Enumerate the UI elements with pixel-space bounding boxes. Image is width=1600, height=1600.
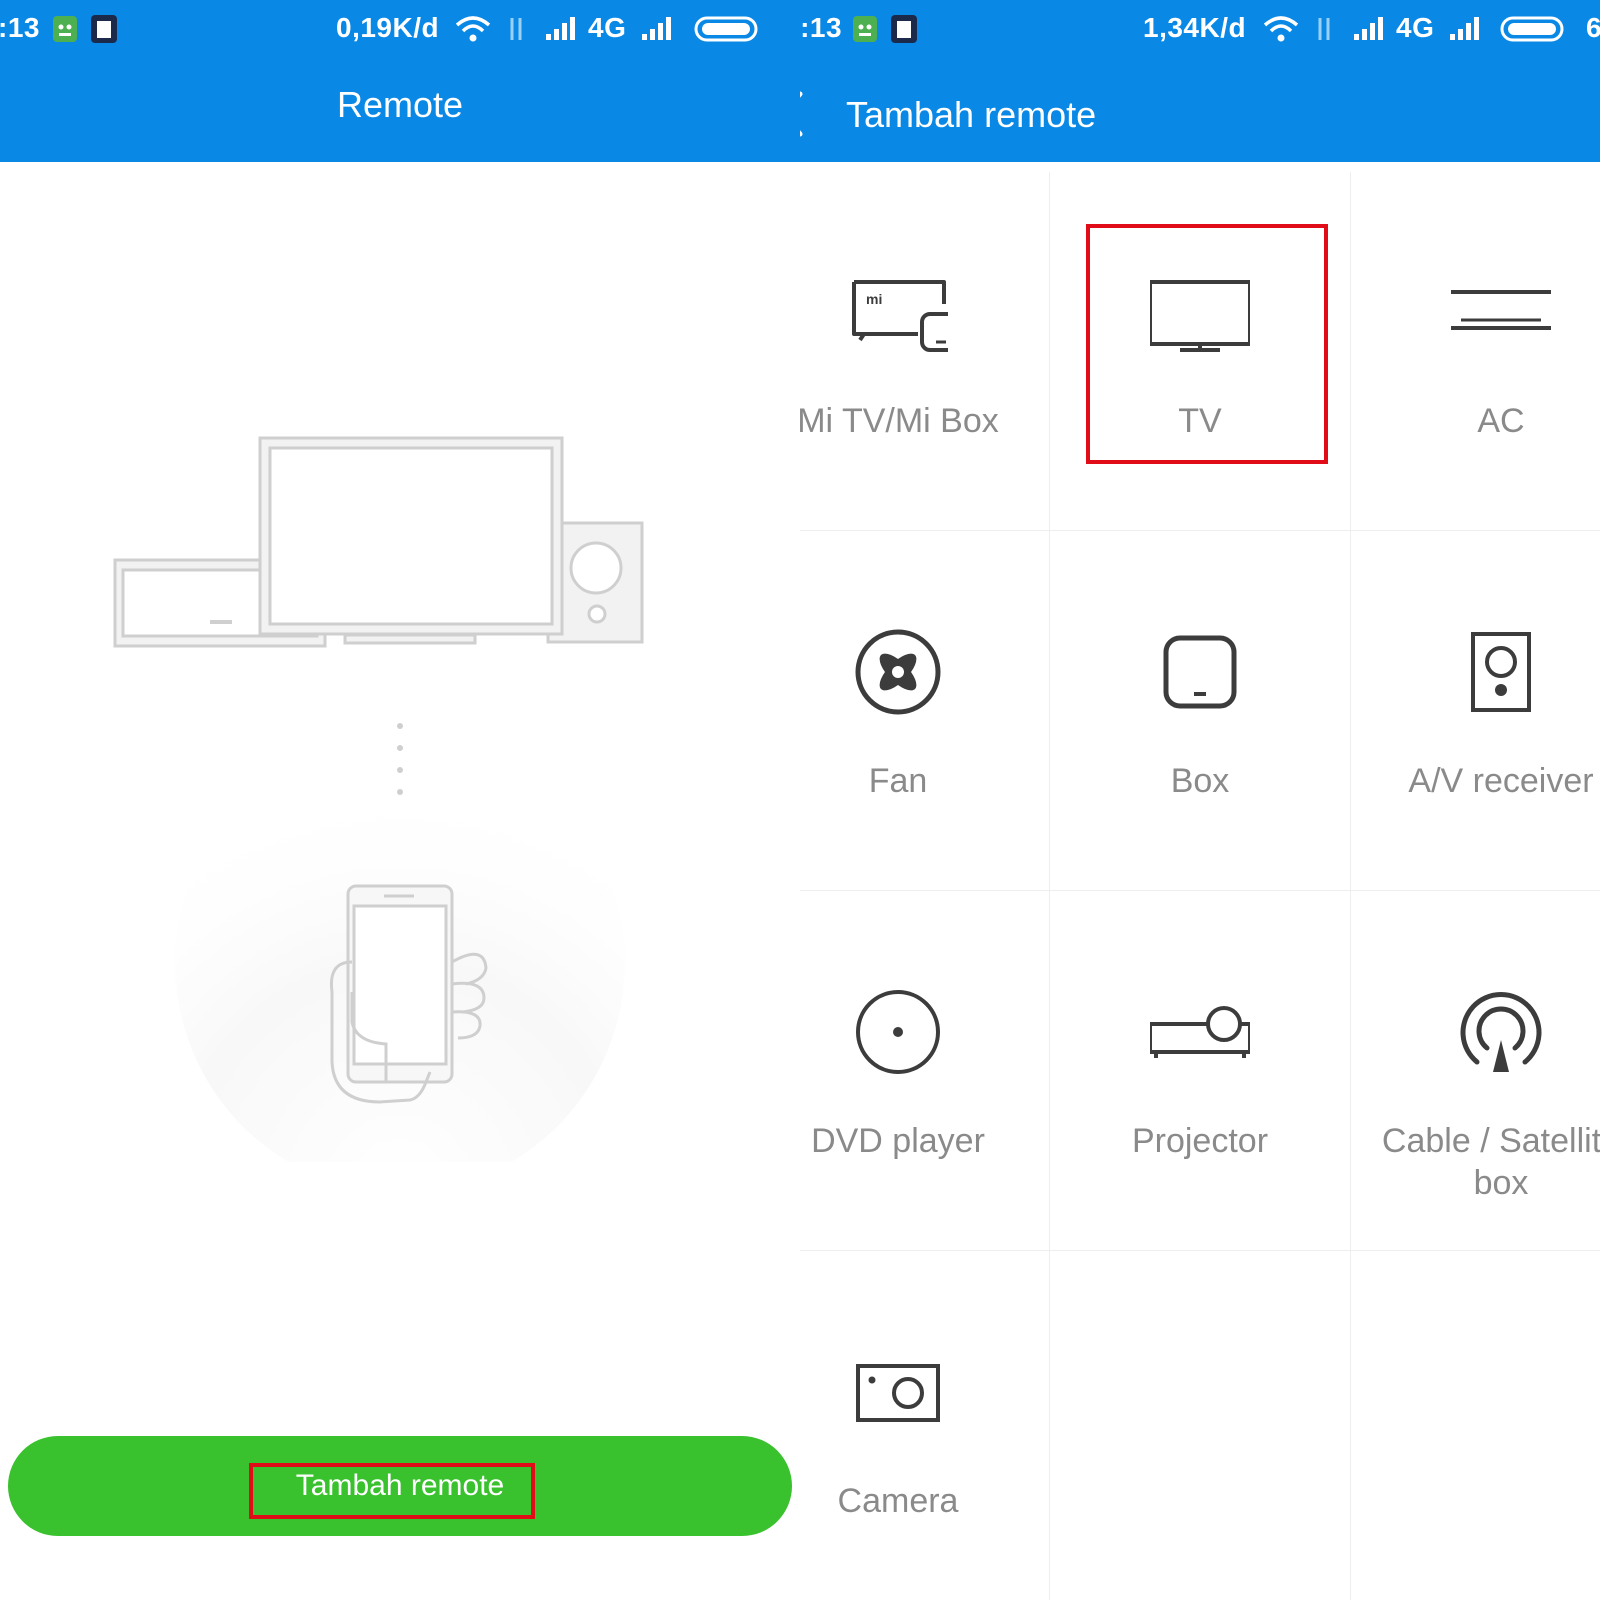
signal-icon [1354, 17, 1383, 40]
remote-screen: :13 0,19K/d 4G Remote Tambah remote [0, 0, 800, 1600]
device-label: DVD player [811, 1122, 985, 1160]
device-box[interactable]: Box [1050, 532, 1350, 892]
device-mi-tv-box[interactable]: mi Mi TV/Mi Box [800, 172, 1048, 532]
device-label: Projector [1131, 1122, 1269, 1160]
status-time-clipped: 6 [1586, 12, 1600, 43]
device-grid: mi Mi TV/Mi Box TV AC Fan Box A/V receiv… [800, 172, 1600, 1600]
signal-icon [642, 17, 671, 40]
network-type: 4G [1396, 12, 1435, 43]
device-label: Camera [837, 1482, 959, 1520]
mi-tv-box-icon: mi [852, 280, 948, 352]
network-speed: 1,34K/d [1143, 12, 1247, 43]
device-label: Fan [868, 762, 928, 800]
disc-icon [856, 990, 940, 1074]
page-title: Remote [336, 84, 464, 125]
device-tv[interactable]: TV [1050, 172, 1350, 532]
device-label: AC [1477, 402, 1525, 440]
wifi-icon [1263, 16, 1299, 42]
speaker-icon [1471, 632, 1531, 712]
device-av-receiver[interactable]: A/V receiver [1351, 532, 1600, 892]
data-transfer-icon [1318, 18, 1330, 40]
box-icon [1163, 635, 1237, 709]
device-camera[interactable]: Camera [800, 1252, 1048, 1600]
notification-app-icon [891, 15, 917, 43]
page-title: Tambah remote [846, 94, 1097, 135]
camera-icon [856, 1364, 940, 1422]
ac-icon [1451, 290, 1551, 330]
svg-text:mi: mi [866, 291, 882, 307]
status-time: :13 [0, 12, 40, 43]
device-label: Mi TV/Mi Box [800, 402, 999, 440]
add-remote-screen: 6:13 1,34K/d 4G 6 [800, 0, 1600, 1600]
projector-icon [1150, 1006, 1250, 1058]
signal-icon [546, 17, 575, 40]
notification-robot-icon [853, 16, 877, 42]
app-bar: Tambah remote [800, 62, 1600, 162]
notification-robot-icon [53, 16, 77, 42]
battery-icon [1500, 16, 1564, 42]
battery-icon [694, 16, 758, 42]
add-remote-button-label: Tambah remote [295, 1469, 505, 1502]
wifi-icon [455, 16, 491, 42]
status-time: 6:13 [800, 12, 843, 43]
device-fan[interactable]: Fan [800, 532, 1048, 892]
notification-app-icon [91, 15, 117, 43]
device-dvd-player[interactable]: DVD player [800, 892, 1048, 1252]
data-transfer-icon [510, 18, 522, 40]
device-label: TV [1178, 402, 1222, 440]
device-label: Cable / Satellite box [1381, 1122, 1600, 1202]
device-cable-satellite-box[interactable]: Cable / Satellite box [1351, 892, 1600, 1252]
tv-icon [1150, 280, 1250, 352]
device-projector[interactable]: Projector [1050, 892, 1350, 1252]
device-label: Box [1170, 762, 1230, 800]
back-arrow-icon[interactable] [800, 90, 812, 138]
add-remote-button[interactable]: Tambah remote [8, 1436, 792, 1536]
status-bar: 6:13 1,34K/d 4G 6 [800, 0, 1600, 62]
network-type: 4G [588, 12, 627, 43]
remote-illustration [113, 436, 644, 1162]
app-bar: Remote [0, 62, 800, 162]
device-label: A/V receiver [1408, 762, 1594, 800]
fan-icon [855, 629, 941, 715]
signal-icon [1450, 17, 1479, 40]
satellite-icon [1460, 992, 1542, 1072]
status-bar: :13 0,19K/d 4G [0, 0, 800, 62]
network-speed: 0,19K/d [336, 12, 440, 43]
device-ac[interactable]: AC [1351, 172, 1600, 532]
